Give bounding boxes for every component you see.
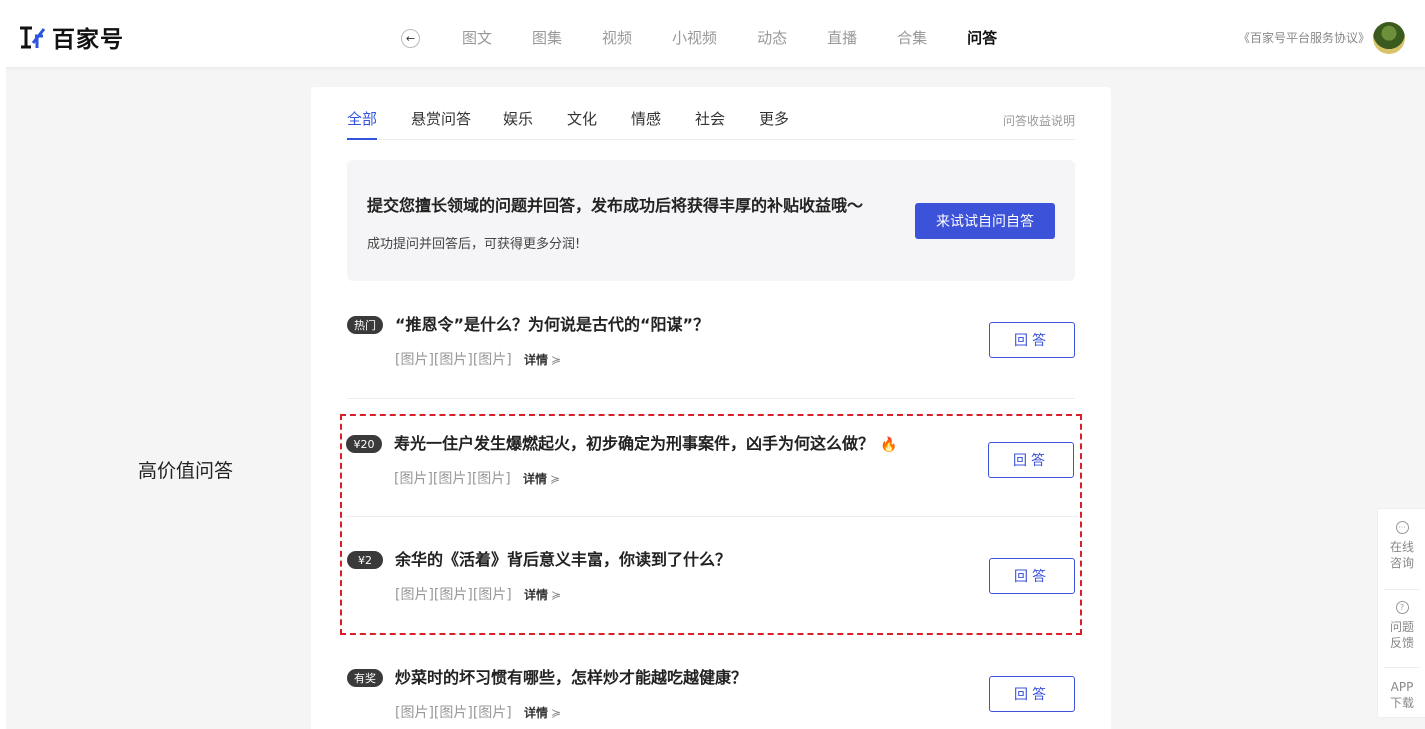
floating-side-panel: ··· 在线 咨询 ? 问题 反馈 APP 下载	[1377, 508, 1425, 718]
tab-emotion[interactable]: 情感	[631, 109, 661, 129]
nav-item-qa[interactable]: 问答	[967, 28, 997, 48]
online-consult-button[interactable]: ··· 在线 咨询	[1378, 521, 1425, 571]
question-desc: [图片][图片][图片]	[394, 471, 511, 487]
answer-button[interactable]: 回答	[988, 442, 1074, 478]
chevron-down-icon: ≽	[551, 706, 562, 720]
reward-badge: ¥2	[347, 551, 383, 569]
divider	[1384, 589, 1420, 590]
service-agreement-link[interactable]: 《百家号平台服务协议》	[1238, 30, 1370, 46]
baijiahao-logo-icon	[20, 26, 46, 49]
tab-society[interactable]: 社会	[695, 109, 725, 129]
nav-item-live[interactable]: 直播	[827, 28, 857, 48]
question-title-text: 寿光一住户发生爆燃起火，初步确定为刑事案件，凶手为何这么做？	[394, 434, 875, 453]
question-desc: [图片][图片][图片]	[395, 705, 512, 721]
question-title[interactable]: 寿光一住户发生爆燃起火，初步确定为刑事案件，凶手为何这么做？ 🔥	[394, 433, 897, 456]
feedback-label-1: 问题	[1389, 620, 1414, 634]
banner-subtitle: 成功提问并回答后，可获得更多分润!	[367, 237, 581, 252]
banner-title: 提交您擅长领域的问题并回答，发布成功后将获得丰厚的补贴收益哦～	[367, 196, 864, 215]
question-title[interactable]: 炒菜时的坏习惯有哪些，怎样炒才能越吃越健康？	[395, 667, 747, 689]
chevron-down-icon: ≽	[550, 472, 561, 486]
tab-all[interactable]: 全部	[347, 109, 378, 140]
question-desc: [图片][图片][图片]	[395, 352, 512, 368]
tab-entertainment[interactable]: 娱乐	[503, 109, 533, 129]
chat-bubble-icon: ···	[1395, 521, 1409, 534]
tab-culture[interactable]: 文化	[567, 109, 597, 129]
category-tabs: 全部 悬赏问答 娱乐 文化 情感 社会 更多 问答收益说明	[347, 107, 1075, 140]
detail-toggle[interactable]: 详情 ≽	[523, 470, 560, 487]
detail-label: 详情	[524, 706, 549, 720]
reward-badge: ¥20	[346, 435, 382, 453]
question-title[interactable]: “推恩令”是什么？为何说是古代的“阳谋”？	[395, 314, 709, 336]
detail-toggle[interactable]: 详情 ≽	[524, 704, 561, 721]
question-title[interactable]: 余华的《活着》背后意义丰富，你读到了什么？	[395, 549, 731, 571]
detail-label: 详情	[524, 588, 549, 602]
feedback-button[interactable]: ? 问题 反馈	[1378, 601, 1425, 651]
feedback-label-2: 反馈	[1389, 636, 1414, 650]
qa-earnings-info-link[interactable]: 问答收益说明	[1003, 112, 1075, 129]
divider	[1384, 667, 1420, 668]
answer-button[interactable]: 回答	[989, 322, 1075, 358]
prize-badge: 有奖	[347, 669, 383, 687]
tab-bounty[interactable]: 悬赏问答	[411, 109, 471, 129]
detail-label: 详情	[524, 353, 549, 367]
tab-more[interactable]: 更多	[759, 109, 789, 129]
nav-item-collection[interactable]: 合集	[897, 28, 927, 48]
hot-badge: 热门	[347, 316, 383, 334]
nav-item-short-video[interactable]: 小视频	[672, 28, 717, 48]
divider	[347, 398, 1075, 399]
left-edge-strip	[0, 67, 6, 729]
nav-item-dongtai[interactable]: 动态	[757, 28, 787, 48]
self-qa-button[interactable]: 来试试自问自答	[915, 203, 1055, 239]
online-consult-label-1: 在线	[1389, 540, 1414, 554]
nav-item-video[interactable]: 视频	[602, 28, 632, 48]
logo[interactable]: 百家号	[18, 22, 124, 53]
question-desc: [图片][图片][图片]	[395, 587, 512, 603]
avatar[interactable]	[1373, 22, 1405, 54]
top-bar: 百家号 ← 图文 图集 视频 小视频 动态 直播 合集 问答 《百家号平台服务协…	[0, 0, 1425, 67]
nav-item-tuwen[interactable]: 图文	[462, 28, 492, 48]
fire-icon: 🔥	[880, 437, 898, 453]
question-circle-icon: ?	[1395, 601, 1409, 614]
detail-toggle[interactable]: 详情 ≽	[524, 586, 561, 603]
app-download-button[interactable]: APP 下载	[1378, 679, 1425, 711]
nav-item-tuji[interactable]: 图集	[532, 28, 562, 48]
side-annotation-label: 高价值问答	[138, 460, 234, 482]
app-download-label-2: 下载	[1389, 696, 1414, 710]
detail-toggle[interactable]: 详情 ≽	[524, 351, 561, 368]
app-download-label-1: APP	[1390, 680, 1414, 694]
chevron-down-icon: ≽	[551, 353, 562, 367]
chevron-down-icon: ≽	[551, 588, 562, 602]
divider	[346, 516, 1078, 517]
content-type-nav: 图文 图集 视频 小视频 动态 直播 合集 问答	[462, 28, 1037, 48]
arrow-left-icon: ←	[405, 32, 416, 45]
answer-button[interactable]: 回答	[989, 558, 1075, 594]
answer-button[interactable]: 回答	[989, 676, 1075, 712]
logo-text: 百家号	[52, 27, 124, 53]
online-consult-label-2: 咨询	[1389, 556, 1414, 570]
detail-label: 详情	[523, 472, 548, 486]
self-qa-banner: 提交您擅长领域的问题并回答，发布成功后将获得丰厚的补贴收益哦～ 成功提问并回答后…	[347, 160, 1075, 281]
back-button[interactable]: ←	[401, 29, 420, 48]
